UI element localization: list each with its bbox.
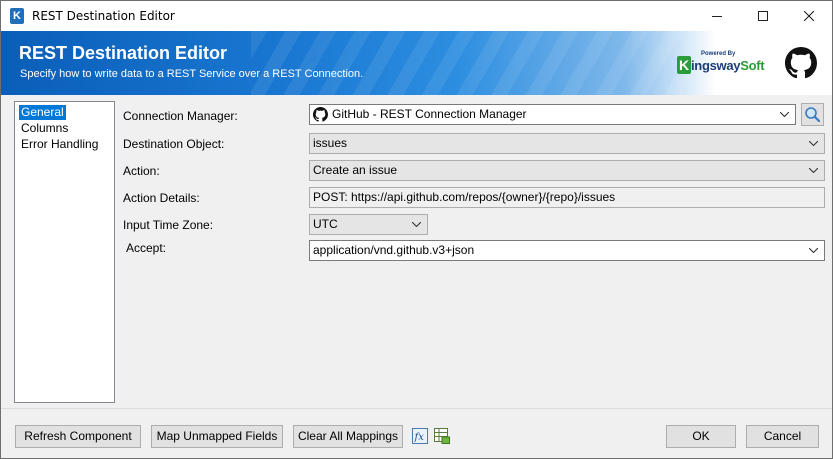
maximize-button[interactable] — [740, 1, 786, 31]
banner-decoration — [251, 31, 691, 95]
nav-item-error-handling[interactable]: Error Handling — [19, 137, 100, 152]
brand-name-second: Soft — [740, 58, 765, 73]
ok-button[interactable]: OK — [666, 425, 736, 448]
github-small-icon — [313, 107, 328, 122]
github-logo-icon — [785, 47, 817, 79]
kingswaysoft-logo: Powered By K ingswaySoft — [677, 51, 765, 77]
destination-object-select[interactable]: issues — [309, 133, 825, 154]
chevron-down-icon — [779, 105, 791, 124]
svg-text:fx: fx — [414, 432, 425, 443]
minimize-icon — [712, 15, 722, 17]
kingswaysoft-app-icon: K — [10, 8, 24, 24]
close-icon — [804, 11, 814, 21]
input-time-zone-label: Input Time Zone: — [123, 218, 214, 232]
brand-powered-by: Powered By — [701, 51, 736, 57]
destination-object-label: Destination Object: — [123, 137, 225, 151]
fx-expression-icon[interactable]: fx — [412, 428, 428, 444]
rest-destination-editor-window: K REST Destination Editor REST Destinati… — [0, 0, 833, 459]
footer-bar: Refresh Component Map Unmapped Fields Cl… — [1, 408, 832, 458]
accept-combobox[interactable]: application/vnd.github.v3+json — [309, 240, 825, 261]
banner-title: REST Destination Editor — [19, 43, 228, 63]
accept-value: application/vnd.github.v3+json — [313, 243, 475, 257]
action-details-field: POST: https://api.github.com/repos/{owne… — [309, 187, 825, 208]
nav-item-columns[interactable]: Columns — [19, 121, 70, 136]
action-details-label: Action Details: — [123, 191, 200, 205]
banner-subtitle: Specify how to write data to a REST Serv… — [20, 68, 364, 80]
editor-nav-list: General Columns Error Handling — [14, 101, 115, 403]
accept-label: Accept: — [126, 241, 167, 255]
window-title: REST Destination Editor — [32, 9, 175, 23]
brand-name-first: ingsway — [691, 58, 741, 73]
map-unmapped-fields-button[interactable]: Map Unmapped Fields — [151, 425, 283, 448]
brand-name: ingswaySoft — [691, 58, 765, 73]
search-icon — [805, 107, 821, 123]
nav-item-general[interactable]: General — [19, 105, 66, 120]
connection-manager-search-button[interactable] — [801, 103, 824, 126]
minimize-button[interactable] — [694, 1, 740, 31]
connection-manager-label: Connection Manager: — [123, 109, 238, 123]
action-details-value: POST: https://api.github.com/repos/{owne… — [313, 190, 616, 204]
grid-settings-icon[interactable] — [434, 428, 450, 444]
header-banner: REST Destination Editor Specify how to w… — [1, 31, 832, 95]
brand-k-icon: K — [677, 56, 691, 74]
action-label: Action: — [123, 164, 160, 178]
cancel-button[interactable]: Cancel — [746, 425, 819, 448]
action-select[interactable]: Create an issue — [309, 160, 825, 181]
action-value: Create an issue — [313, 163, 398, 177]
input-time-zone-select[interactable]: UTC — [309, 214, 428, 235]
clear-all-mappings-button[interactable]: Clear All Mappings — [293, 425, 403, 448]
connection-manager-select[interactable]: GitHub - REST Connection Manager — [309, 104, 796, 125]
chevron-down-icon — [808, 241, 820, 260]
maximize-icon — [758, 11, 768, 21]
chevron-down-icon — [808, 161, 820, 180]
close-button[interactable] — [786, 1, 832, 31]
chevron-down-icon — [808, 134, 820, 153]
title-bar: K REST Destination Editor — [1, 1, 832, 31]
input-time-zone-value: UTC — [313, 217, 338, 231]
refresh-component-button[interactable]: Refresh Component — [15, 425, 141, 448]
chevron-down-icon — [411, 215, 423, 234]
connection-manager-value: GitHub - REST Connection Manager — [332, 107, 527, 121]
destination-object-value: issues — [313, 136, 348, 150]
